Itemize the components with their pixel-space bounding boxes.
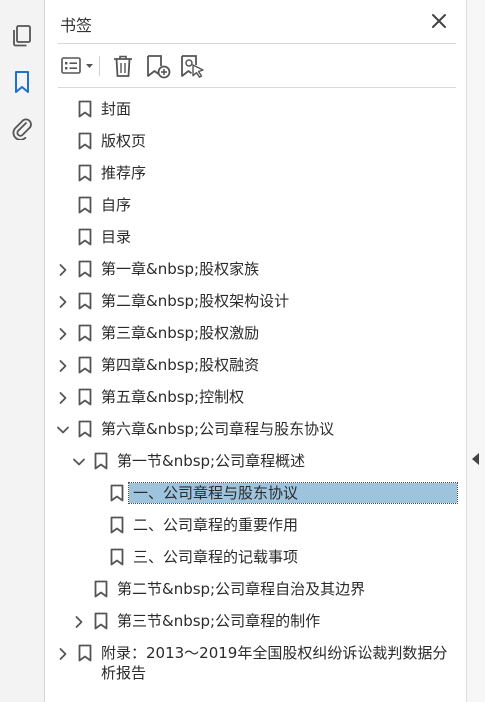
chevron-right-icon[interactable] xyxy=(56,294,70,308)
chevron-right-icon[interactable] xyxy=(56,646,70,660)
bookmark-row[interactable]: 第二节&nbsp;公司章程自治及其边界 xyxy=(0,574,466,604)
bookmark-icon xyxy=(78,388,92,406)
bookmark-row[interactable]: 三、公司章程的记载事项 xyxy=(0,542,466,572)
panel-title: 书签 xyxy=(60,16,93,35)
bookmark-toolbar xyxy=(58,50,456,82)
pages-icon[interactable] xyxy=(8,22,36,50)
bookmark-label: 目录 xyxy=(101,228,132,246)
bookmark-label: 第三章&nbsp;股权激励 xyxy=(101,324,260,342)
chevron-right-icon[interactable] xyxy=(56,358,70,372)
bookmark-label: 第一节&nbsp;公司章程概述 xyxy=(117,452,306,470)
bookmark-icon xyxy=(110,484,124,502)
bookmark-row[interactable]: 目录 xyxy=(0,222,466,252)
close-icon[interactable] xyxy=(430,12,448,30)
bookmark-icon xyxy=(78,324,92,342)
bookmark-row[interactable]: 第六章&nbsp;公司章程与股东协议 xyxy=(0,414,466,444)
bookmark-row[interactable]: 封面 xyxy=(0,94,466,124)
toolbar-separator xyxy=(99,56,100,76)
bookmark-icon xyxy=(110,548,124,566)
bookmark-row[interactable]: 一、公司章程与股东协议 xyxy=(0,478,466,508)
bookmark-row[interactable]: 二、公司章程的重要作用 xyxy=(0,510,466,540)
bookmark-icon[interactable] xyxy=(8,68,36,96)
chevron-right-icon[interactable] xyxy=(56,262,70,276)
bookmark-row[interactable]: 第二章&nbsp;股权架构设计 xyxy=(0,286,466,316)
bookmark-label: 三、公司章程的记载事项 xyxy=(133,548,299,566)
bookmark-row[interactable]: 附录：2013～2019年全国股权纠纷诉讼裁判数据分析报告 xyxy=(0,638,466,682)
bookmark-icon xyxy=(78,420,92,438)
bookmark-icon xyxy=(94,612,108,630)
panel-header: 书签 xyxy=(60,10,456,36)
bookmark-label: 第二节&nbsp;公司章程自治及其边界 xyxy=(117,580,366,598)
bookmark-row[interactable]: 第一章&nbsp;股权家族 xyxy=(0,254,466,284)
header-divider xyxy=(58,43,456,44)
bookmark-label: 第六章&nbsp;公司章程与股东协议 xyxy=(101,420,335,438)
bookmark-row[interactable]: 第三节&nbsp;公司章程的制作 xyxy=(0,606,466,636)
new-bookmark-from-structure-icon[interactable] xyxy=(178,52,206,80)
bookmark-icon xyxy=(94,452,108,470)
new-bookmark-icon[interactable] xyxy=(144,52,172,80)
chevron-down-icon[interactable] xyxy=(56,422,70,436)
bookmark-label: 推荐序 xyxy=(101,164,147,182)
bookmark-label: 二、公司章程的重要作用 xyxy=(133,516,299,534)
bookmark-row[interactable]: 第一节&nbsp;公司章程概述 xyxy=(0,446,466,476)
bookmark-row[interactable]: 自序 xyxy=(0,190,466,220)
bookmark-row[interactable]: 第三章&nbsp;股权激励 xyxy=(0,318,466,348)
bookmark-row[interactable]: 第四章&nbsp;股权融资 xyxy=(0,350,466,380)
bookmark-icon xyxy=(94,580,108,598)
bookmark-label: 第五章&nbsp;控制权 xyxy=(101,388,245,406)
bookmark-label: 一、公司章程与股东协议 xyxy=(128,482,458,504)
delete-icon[interactable] xyxy=(110,52,136,80)
bookmark-icon xyxy=(78,100,92,118)
collapse-panel-icon[interactable] xyxy=(472,453,479,465)
chevron-right-icon[interactable] xyxy=(72,614,86,628)
chevron-down-icon[interactable] xyxy=(72,454,86,468)
bookmark-label: 附录：2013～2019年全国股权纠纷诉讼裁判数据分析报告 xyxy=(101,644,448,682)
chevron-right-icon[interactable] xyxy=(56,390,70,404)
bookmark-label: 第一章&nbsp;股权家族 xyxy=(101,260,260,278)
bookmark-row[interactable]: 第五章&nbsp;控制权 xyxy=(0,382,466,412)
bookmark-icon xyxy=(78,164,92,182)
bookmark-label: 第二章&nbsp;股权架构设计 xyxy=(101,292,290,310)
bookmark-icon xyxy=(78,132,92,150)
bookmark-label: 第四章&nbsp;股权融资 xyxy=(101,356,260,374)
toolbar-divider xyxy=(58,87,456,88)
bookmark-row[interactable]: 版权页 xyxy=(0,126,466,156)
bookmarks-window: 书签 封面 版权页 推荐序 自序 目录 第一章&nbsp;股权家族 第二章&nb… xyxy=(0,0,485,702)
bookmark-icon xyxy=(78,356,92,374)
chevron-right-icon[interactable] xyxy=(56,326,70,340)
bookmark-row[interactable]: 推荐序 xyxy=(0,158,466,188)
bookmark-icon xyxy=(110,516,124,534)
bookmark-icon xyxy=(78,260,92,278)
bookmark-label: 封面 xyxy=(101,100,132,118)
bookmark-label: 第三节&nbsp;公司章程的制作 xyxy=(117,612,321,630)
bookmark-label: 版权页 xyxy=(101,132,147,150)
panel-splitter[interactable] xyxy=(466,0,485,702)
bookmark-label: 自序 xyxy=(101,196,132,214)
options-menu-icon[interactable] xyxy=(60,52,96,80)
bookmark-icon xyxy=(78,228,92,246)
bookmark-icon xyxy=(78,196,92,214)
bookmark-icon xyxy=(78,644,92,662)
bookmark-icon xyxy=(78,292,92,310)
